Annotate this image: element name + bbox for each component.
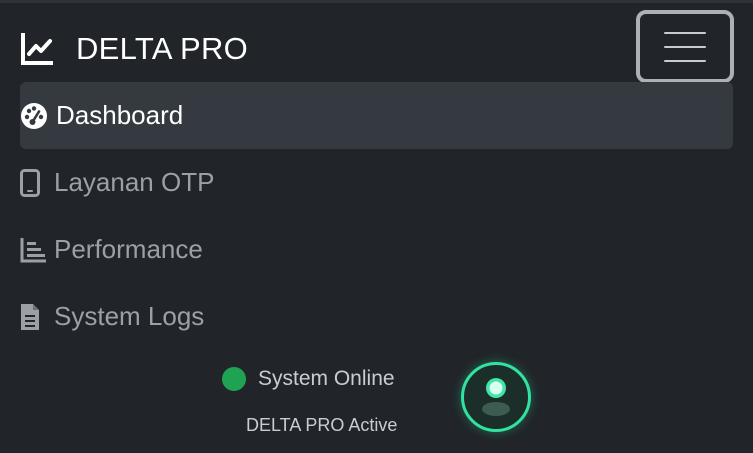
top-border — [0, 0, 753, 3]
system-status: System Online — [222, 367, 395, 391]
status-indicator-dot — [222, 367, 246, 391]
tachometer-icon — [20, 102, 48, 130]
nav-item-label: Layanan OTP — [54, 167, 215, 197]
hamburger-menu-icon — [664, 31, 706, 62]
nav-item-performance[interactable]: Performance — [20, 216, 733, 283]
sidebar-nav: Dashboard Layanan OTP Performance System… — [20, 82, 733, 350]
status-label: System Online — [258, 367, 395, 390]
file-text-icon — [20, 303, 48, 331]
navbar-toggler-button[interactable] — [636, 10, 734, 83]
user-avatar[interactable] — [461, 362, 531, 432]
line-chart-icon — [21, 33, 53, 65]
bar-chart-icon — [20, 236, 48, 264]
mobile-phone-icon — [20, 168, 48, 197]
nav-item-label: Dashboard — [56, 100, 184, 130]
nav-item-layanan-otp[interactable]: Layanan OTP — [20, 149, 733, 216]
nav-item-label: Performance — [54, 234, 203, 264]
nav-item-dashboard[interactable]: Dashboard — [20, 82, 733, 149]
nav-item-system-logs[interactable]: System Logs — [20, 283, 733, 350]
nav-item-label: System Logs — [54, 301, 205, 331]
brand-name: DELTA PRO — [76, 31, 249, 66]
user-icon — [482, 378, 510, 416]
status-sublabel: DELTA PRO Active — [246, 415, 398, 435]
navbar-brand[interactable]: DELTA PRO — [20, 30, 248, 68]
